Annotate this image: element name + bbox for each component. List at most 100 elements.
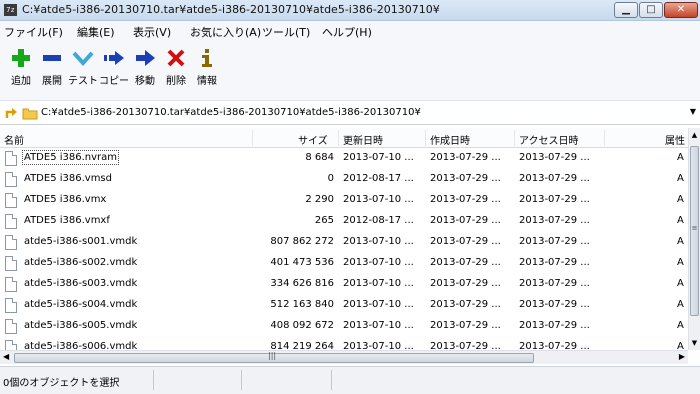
list-header: 名前 サイズ 更新日時 作成日時 アクセス日時 属性: [0, 128, 688, 148]
file-row[interactable]: atde5-i386-s006.vmdk 814 219 264 2013-07…: [0, 337, 688, 350]
maximize-button[interactable]: □: [639, 2, 663, 18]
file-row[interactable]: ATDE5 i386.vmx 2 290 2013-07-10 ... 2013…: [0, 190, 688, 211]
app-icon: 7z: [4, 4, 17, 16]
toolbar: 追加 展開 テスト コピー 移動 削除 情報: [0, 41, 700, 101]
column-divider[interactable]: [338, 130, 339, 146]
extract-icon: [43, 55, 61, 61]
file-row[interactable]: atde5-i386-s005.vmdk 408 092 672 2013-07…: [0, 316, 688, 337]
file-name: atde5-i386-s003.vmdk: [24, 278, 138, 289]
file-created: 2013-07-29 ...: [430, 257, 501, 268]
menu-favorites[interactable]: お気に入り(A): [190, 24, 261, 40]
grip-icon: |||: [268, 351, 277, 360]
file-row[interactable]: atde5-i386-s001.vmdk 807 862 272 2013-07…: [0, 232, 688, 253]
file-attributes: A: [677, 215, 684, 226]
column-header-name[interactable]: 名前: [4, 132, 24, 147]
file-created: 2013-07-29 ...: [430, 236, 501, 247]
add-icon: [12, 49, 30, 67]
file-created: 2013-07-29 ...: [430, 152, 501, 163]
folder-up-icon[interactable]: [5, 106, 19, 120]
column-header-created[interactable]: 作成日時: [430, 132, 470, 147]
file-modified: 2013-07-10 ...: [343, 194, 414, 205]
file-icon: [5, 319, 17, 334]
column-header-modified[interactable]: 更新日時: [343, 132, 383, 147]
close-button[interactable]: ✕: [664, 2, 698, 18]
scroll-up-icon[interactable]: ▲: [689, 131, 700, 139]
menu-file[interactable]: ファイル(F): [4, 24, 63, 40]
file-attributes: A: [677, 299, 684, 310]
file-name: ATDE5 i386.nvram: [21, 150, 120, 165]
file-attributes: A: [677, 320, 684, 331]
vertical-scrollbar[interactable]: ▲ ≡ ▼: [688, 128, 700, 350]
file-attributes: A: [677, 257, 684, 268]
status-divider: [241, 370, 242, 390]
column-divider[interactable]: [425, 130, 426, 146]
file-row[interactable]: atde5-i386-s002.vmdk 401 473 536 2013-07…: [0, 253, 688, 274]
scroll-down-icon[interactable]: ▼: [689, 339, 700, 347]
scroll-right-icon[interactable]: ▶: [679, 352, 685, 361]
file-name: ATDE5 i386.vmsd: [24, 173, 112, 184]
file-icon: [5, 193, 17, 208]
menu-tools[interactable]: ツール(T): [262, 24, 310, 40]
column-header-attributes[interactable]: 属性: [665, 132, 685, 147]
menu-help[interactable]: ヘルプ(H): [322, 24, 372, 40]
address-bar[interactable]: C:¥atde5-i386-20130710.tar¥atde5-i386-20…: [0, 103, 700, 125]
column-divider[interactable]: [514, 130, 515, 146]
file-row[interactable]: ATDE5 i386.nvram 8 684 2013-07-10 ... 20…: [0, 148, 688, 169]
file-row[interactable]: atde5-i386-s004.vmdk 512 163 840 2013-07…: [0, 295, 688, 316]
file-size: 2 290: [305, 194, 334, 205]
file-modified: 2013-07-10 ...: [343, 278, 414, 289]
status-divider: [153, 370, 154, 390]
close-icon: ✕: [676, 4, 686, 15]
file-icon: [5, 151, 17, 166]
maximize-icon: □: [646, 4, 656, 15]
copy-icon: [104, 51, 124, 65]
file-accessed: 2013-07-29 ...: [519, 299, 590, 310]
file-modified: 2013-07-10 ...: [343, 152, 414, 163]
chevron-down-icon[interactable]: ▼: [690, 107, 696, 116]
menu-bar: ファイル(F) 編集(E) 表示(V) お気に入り(A) ツール(T) ヘルプ(…: [0, 21, 700, 41]
file-name: atde5-i386-s004.vmdk: [24, 299, 138, 310]
file-accessed: 2013-07-29 ...: [519, 173, 590, 184]
info-label: 情報: [197, 76, 217, 87]
file-row[interactable]: ATDE5 i386.vmsd 0 2012-08-17 ... 2013-07…: [0, 169, 688, 190]
file-size: 807 862 272: [270, 236, 334, 247]
file-attributes: A: [677, 236, 684, 247]
menu-edit[interactable]: 編集(E): [77, 24, 115, 40]
file-icon: [5, 298, 17, 313]
column-header-size[interactable]: サイズ: [298, 132, 328, 147]
folder-icon: [22, 108, 38, 120]
address-path[interactable]: C:¥atde5-i386-20130710.tar¥atde5-i386-20…: [41, 107, 421, 118]
file-attributes: A: [677, 194, 684, 205]
file-created: 2013-07-29 ...: [430, 215, 501, 226]
file-created: 2013-07-29 ...: [430, 341, 501, 350]
file-modified: 2013-07-10 ...: [343, 257, 414, 268]
selection-status: 0個のオブジェクトを選択: [3, 378, 120, 389]
file-icon: [5, 277, 17, 292]
file-created: 2013-07-29 ...: [430, 194, 501, 205]
file-accessed: 2013-07-29 ...: [519, 341, 590, 350]
file-list: 名前 サイズ 更新日時 作成日時 アクセス日時 属性 ATDE5 i386.nv…: [0, 128, 700, 350]
column-divider[interactable]: [252, 130, 253, 146]
file-accessed: 2013-07-29 ...: [519, 194, 590, 205]
title-bar: 7z C:¥atde5-i386-20130710.tar¥atde5-i386…: [0, 0, 700, 21]
file-name: atde5-i386-s006.vmdk: [24, 341, 138, 350]
file-modified: 2013-07-10 ...: [343, 299, 414, 310]
column-divider[interactable]: [604, 130, 605, 146]
file-modified: 2013-07-10 ...: [343, 236, 414, 247]
info-button[interactable]: 情報: [192, 47, 222, 91]
menu-view[interactable]: 表示(V): [133, 24, 171, 40]
horizontal-scrollbar[interactable]: ◀ ||| ▶: [0, 350, 688, 364]
file-icon: [5, 235, 17, 250]
info-icon: [202, 49, 212, 67]
file-name: ATDE5 i386.vmx: [24, 194, 107, 205]
file-row[interactable]: ATDE5 i386.vmxf 265 2012-08-17 ... 2013-…: [0, 211, 688, 232]
file-created: 2013-07-29 ...: [430, 173, 501, 184]
column-header-accessed[interactable]: アクセス日時: [519, 132, 579, 147]
minimize-button[interactable]: ▁: [614, 2, 638, 18]
file-name: atde5-i386-s002.vmdk: [24, 257, 138, 268]
move-icon: [136, 50, 155, 66]
file-row[interactable]: atde5-i386-s003.vmdk 334 626 816 2013-07…: [0, 274, 688, 295]
file-modified: 2012-08-17 ...: [343, 215, 414, 226]
file-attributes: A: [677, 173, 684, 184]
scroll-left-icon[interactable]: ◀: [3, 352, 9, 361]
